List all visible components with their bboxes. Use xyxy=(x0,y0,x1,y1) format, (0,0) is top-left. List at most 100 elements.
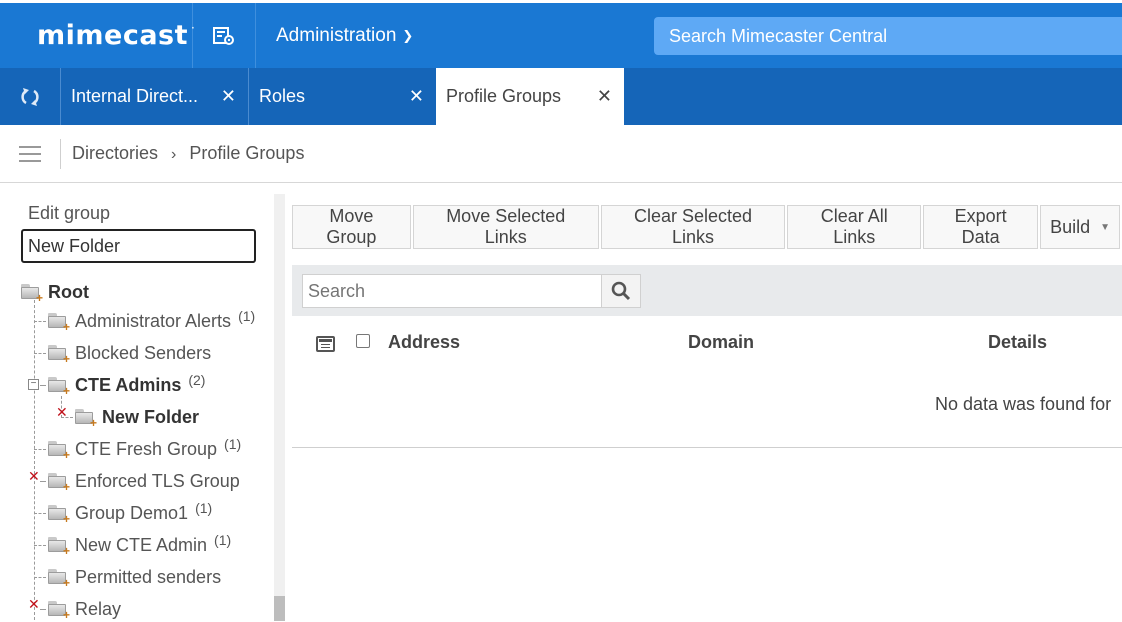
hamburger-icon xyxy=(19,152,41,155)
tree-node-label: CTE Fresh Group xyxy=(75,438,218,459)
tab-roles[interactable]: Roles ✕ xyxy=(248,68,436,125)
breadcrumb-current: Profile Groups xyxy=(189,143,305,163)
folder-icon: + xyxy=(75,409,97,429)
tree-node-label: Group Demo1 xyxy=(75,502,189,523)
table-divider xyxy=(292,447,1122,448)
tree-node[interactable]: + Permitted senders xyxy=(48,565,221,589)
clear-selected-links-button[interactable]: Clear Selected Links xyxy=(600,205,786,249)
folder-icon: + xyxy=(48,473,70,493)
folder-icon: + xyxy=(48,441,70,461)
delete-icon[interactable]: ✕ xyxy=(56,404,68,421)
folder-icon: + xyxy=(48,345,70,365)
tree-connector xyxy=(40,385,46,386)
tree-node-selected[interactable]: + New Folder xyxy=(75,405,199,429)
tree-connector xyxy=(34,545,46,546)
column-domain[interactable]: Domain xyxy=(688,332,754,353)
tree-connector xyxy=(34,300,35,620)
close-icon[interactable]: ✕ xyxy=(221,86,236,107)
edit-group-label: Edit group xyxy=(28,203,111,223)
tab-profile-groups[interactable]: Profile Groups ✕ xyxy=(436,68,624,125)
tree-node-label: Root xyxy=(48,281,89,302)
delete-icon[interactable]: ✕ xyxy=(28,596,40,613)
tree-node-label: New Folder xyxy=(102,406,200,427)
group-tree-pane: Edit group − ✕ ✕ ✕ + Root + Administrato… xyxy=(0,184,285,621)
folder-icon: + xyxy=(48,313,70,333)
collapse-icon[interactable]: − xyxy=(28,379,39,390)
search-button[interactable] xyxy=(602,274,641,308)
folder-icon: + xyxy=(48,601,70,621)
move-group-button[interactable]: Move Group xyxy=(292,205,411,249)
tree-node[interactable]: + Enforced TLS Group xyxy=(48,469,240,493)
tree-scrollbar[interactable] xyxy=(274,194,285,621)
search-icon xyxy=(611,281,631,301)
group-toolbar: Move Group Move Selected Links Clear Sel… xyxy=(292,205,1122,249)
folder-icon: + xyxy=(48,377,70,397)
tree-node-count: (1) xyxy=(238,308,256,324)
tree-node-count: (1) xyxy=(224,436,242,452)
tree-node-count: (1) xyxy=(214,532,232,548)
export-data-button[interactable]: Export Data xyxy=(923,205,1039,249)
tab-label: Internal Direct... xyxy=(71,86,199,106)
search-input[interactable] xyxy=(302,274,602,308)
tree-node[interactable]: + Administrator Alerts (1) xyxy=(48,308,256,333)
caret-down-icon: ▼ xyxy=(1100,221,1110,233)
tab-label: Roles xyxy=(259,86,306,106)
app-settings-icon xyxy=(213,26,234,45)
logo-text: mimecast xyxy=(37,20,189,51)
tree-node[interactable]: + New CTE Admin (1) xyxy=(48,532,232,557)
tree-node[interactable]: + CTE Admins (2) xyxy=(48,372,206,397)
move-selected-links-button[interactable]: Move Selected Links xyxy=(412,205,599,249)
close-icon[interactable]: ✕ xyxy=(597,86,612,107)
build-dropdown-button[interactable]: Build ▼ xyxy=(1040,205,1120,249)
logo-suffix: · xyxy=(191,20,196,35)
menu-toggle-button[interactable] xyxy=(0,138,61,169)
empty-message: No data was found for xyxy=(935,394,1112,414)
tree-node-label: Enforced TLS Group xyxy=(75,470,240,491)
chevron-down-icon: ❯ xyxy=(402,27,414,43)
chevron-right-icon: › xyxy=(171,146,177,163)
refresh-tabs-button[interactable] xyxy=(0,68,60,125)
list-view-icon[interactable] xyxy=(316,336,335,352)
administration-menu[interactable]: Administration ❯ xyxy=(256,3,653,68)
table-header: Address Domain Details xyxy=(292,325,1122,361)
edit-group-input[interactable] xyxy=(21,229,256,263)
tree-node-root[interactable]: + Root xyxy=(21,280,89,304)
tree-node-count: (1) xyxy=(195,500,213,516)
breadcrumb: Directories › Profile Groups xyxy=(72,143,304,164)
apps-settings-button[interactable] xyxy=(193,3,256,68)
folder-icon: + xyxy=(21,284,43,304)
tree-node[interactable]: + Blocked Senders xyxy=(48,341,211,365)
folder-icon: + xyxy=(48,505,70,525)
tree-connector xyxy=(34,321,46,322)
delete-icon[interactable]: ✕ xyxy=(28,468,40,485)
select-all-checkbox[interactable] xyxy=(356,334,370,348)
tab-internal-directories[interactable]: Internal Direct... ✕ xyxy=(60,68,248,125)
tab-bar: Internal Direct... ✕ Roles ✕ Profile Gro… xyxy=(0,68,1122,125)
tree-node[interactable]: + CTE Fresh Group (1) xyxy=(48,436,242,461)
scrollbar-thumb[interactable] xyxy=(274,596,285,621)
column-details[interactable]: Details xyxy=(988,332,1047,353)
tree-node[interactable]: + Group Demo1 (1) xyxy=(48,500,213,525)
tree-node-label: CTE Admins xyxy=(75,374,182,395)
top-header: mimecast · Administration ❯ Search Mimec… xyxy=(0,0,1122,68)
tree-node-label: Permitted senders xyxy=(75,566,222,587)
tab-label: Profile Groups xyxy=(446,86,562,106)
tree-connector xyxy=(40,609,46,610)
breadcrumb-bar: Directories › Profile Groups xyxy=(0,125,1122,183)
tree-connector xyxy=(34,577,46,578)
tree-node-label: New CTE Admin xyxy=(75,534,208,555)
global-search-input[interactable]: Search Mimecaster Central xyxy=(654,17,1122,55)
breadcrumb-directories[interactable]: Directories xyxy=(72,143,158,163)
tree-connector xyxy=(40,481,46,482)
clear-all-links-button[interactable]: Clear All Links xyxy=(787,205,922,249)
mimecast-logo[interactable]: mimecast · xyxy=(0,3,196,68)
search-strip xyxy=(292,265,1122,316)
tree-node[interactable]: + Relay xyxy=(48,597,121,621)
tree-node-label: Administrator Alerts xyxy=(75,310,232,331)
tree-connector xyxy=(34,449,46,450)
tree-node-count: (2) xyxy=(188,372,206,388)
close-icon[interactable]: ✕ xyxy=(409,86,424,107)
folder-icon: + xyxy=(48,537,70,557)
column-address[interactable]: Address xyxy=(388,332,460,353)
tree-connector xyxy=(34,353,46,354)
